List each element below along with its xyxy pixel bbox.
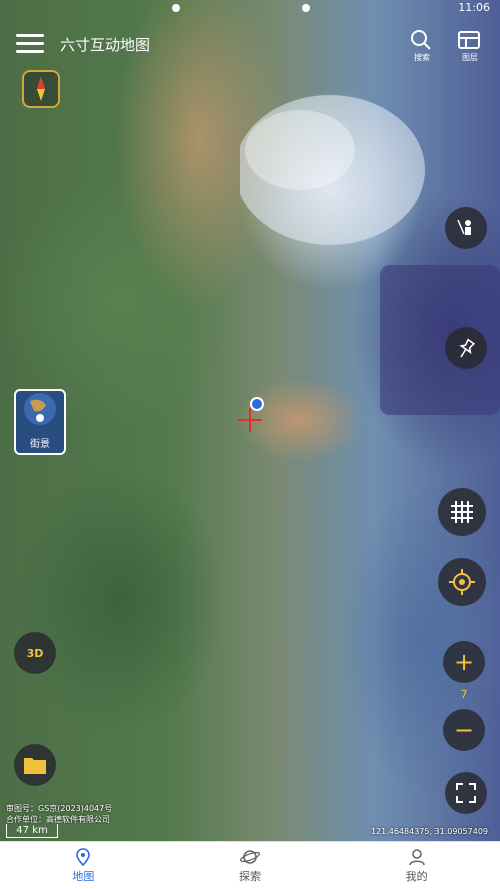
layers-button[interactable]: 图层 bbox=[457, 28, 483, 62]
zoom-in-button[interactable]: + bbox=[443, 641, 485, 683]
user-icon bbox=[408, 848, 425, 865]
tab-map[interactable]: 地图 bbox=[0, 842, 167, 889]
status-dot-icon bbox=[172, 4, 180, 12]
tab-profile-label: 我的 bbox=[405, 869, 428, 883]
search-button[interactable]: 搜索 bbox=[409, 28, 435, 62]
map-attribution: 审图号：GS京(2023)4047号 合作单位：高德软件有限公司 bbox=[6, 803, 112, 825]
planet-icon bbox=[240, 849, 260, 864]
layers-icon bbox=[458, 31, 480, 49]
menu-button[interactable] bbox=[16, 34, 44, 54]
layers-label: 图层 bbox=[462, 53, 478, 62]
search-label: 搜索 bbox=[414, 53, 430, 62]
grid-button[interactable] bbox=[438, 488, 486, 536]
3d-label: 3D bbox=[26, 646, 44, 660]
attribution-line-1: 审图号：GS京(2023)4047号 bbox=[6, 804, 113, 813]
pin-button[interactable] bbox=[445, 327, 487, 369]
street-view-label: 街景 bbox=[30, 439, 50, 450]
scale-bar: 47 km bbox=[6, 824, 58, 838]
expand-icon bbox=[456, 783, 476, 803]
compass-icon bbox=[37, 77, 45, 101]
locate-button[interactable] bbox=[438, 558, 486, 606]
cloud-layer bbox=[240, 95, 425, 245]
app-title: 六寸互动地图 bbox=[60, 36, 151, 54]
street-view-button[interactable]: 街景 bbox=[14, 389, 66, 455]
fishing-button[interactable] bbox=[445, 207, 487, 249]
status-bar: 11:06 bbox=[0, 0, 500, 16]
menu-icon-line bbox=[16, 42, 44, 45]
folder-button[interactable] bbox=[14, 744, 56, 786]
coordinates-readout: 121.46484375, 31.09057409 bbox=[370, 827, 488, 836]
3d-button[interactable]: 3D bbox=[14, 632, 56, 674]
crosshair-icon bbox=[238, 408, 262, 432]
folder-icon bbox=[24, 758, 46, 774]
thumbtack-icon bbox=[459, 338, 476, 358]
tab-explore[interactable]: 探索 bbox=[167, 842, 334, 889]
compass-button[interactable] bbox=[22, 70, 60, 108]
grid-icon bbox=[451, 501, 473, 523]
tab-profile[interactable]: 我的 bbox=[333, 842, 500, 889]
status-time: 11:06 bbox=[458, 1, 490, 14]
zoom-level: 7 bbox=[460, 688, 468, 701]
fishing-person-icon bbox=[457, 219, 471, 235]
globe-icon bbox=[24, 393, 56, 425]
status-dot-icon bbox=[302, 4, 310, 12]
tab-explore-label: 探索 bbox=[239, 869, 261, 883]
target-icon bbox=[449, 569, 475, 595]
fullscreen-button[interactable] bbox=[445, 772, 487, 814]
zoom-out-button[interactable]: − bbox=[443, 709, 485, 751]
menu-icon-line bbox=[16, 50, 44, 53]
bottom-tab-bar: 地图 探索 我的 bbox=[0, 841, 500, 889]
map-tab-icon bbox=[76, 847, 91, 866]
tab-map-label: 地图 bbox=[72, 869, 95, 883]
menu-icon bbox=[16, 34, 44, 37]
search-icon bbox=[411, 30, 431, 50]
